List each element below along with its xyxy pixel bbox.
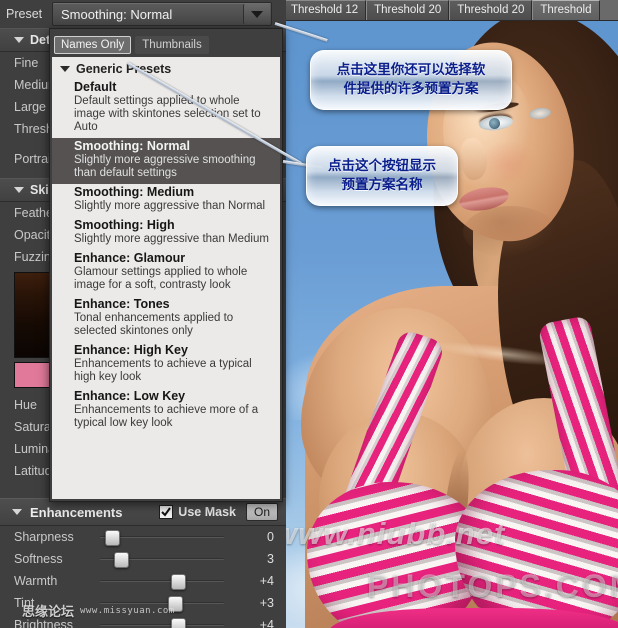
annotation-callout-names-button: 点击这个按钮显示 预置方案名称	[306, 146, 458, 206]
preset-dropdown-button[interactable]	[243, 4, 270, 24]
param-label: Sharpness	[14, 530, 74, 544]
slider-row-sharpness[interactable]: Sharpness 0	[0, 526, 286, 548]
param-slider[interactable]	[100, 530, 224, 546]
preset-title: Smoothing: Normal	[74, 139, 190, 153]
slider-row-softness[interactable]: Softness 3	[0, 548, 286, 570]
triangle-down-icon	[60, 66, 70, 72]
preset-item-enhance-low-key[interactable]: Enhance: Low Key Enhancements to achieve…	[52, 388, 280, 434]
preset-title: Enhance: High Key	[74, 343, 188, 357]
param-label: Brightness	[14, 618, 74, 628]
preset-group-label: Generic Presets	[76, 62, 172, 76]
preset-item-smoothing-medium[interactable]: Smoothing: Medium Slightly more aggressi…	[52, 184, 280, 217]
preset-title: Enhance: Glamour	[74, 251, 186, 265]
triangle-down-icon	[14, 187, 24, 193]
preset-title: Enhance: Low Key	[74, 389, 186, 403]
preset-desc: Enhancements to achieve more of a typica…	[74, 404, 259, 429]
annotation-text: 点击这里你还可以选择软 件提供的许多预置方案	[336, 62, 486, 97]
image-preview[interactable]: www.niubb.net PHOTOPS.COM	[283, 20, 618, 628]
param-value: 3	[267, 552, 274, 566]
preset-desc: Enhancements to achieve a typical high k…	[74, 358, 252, 383]
tab-threshold-20-b[interactable]: Threshold 20	[449, 0, 533, 20]
param-label: Warmth	[14, 574, 58, 588]
preset-item-enhance-glamour[interactable]: Enhance: Glamour Glamour settings applie…	[52, 250, 280, 296]
preset-title: Smoothing: Medium	[74, 185, 195, 199]
slider-row-tint[interactable]: Tint +3	[0, 592, 286, 614]
preset-item-smoothing-normal[interactable]: Smoothing: Normal Slightly more aggressi…	[52, 138, 280, 184]
face-iris	[489, 118, 500, 129]
mask-on-button[interactable]: On	[245, 503, 278, 521]
param-value: +4	[259, 618, 274, 628]
names-only-button[interactable]: Names Only	[54, 36, 132, 54]
param-label: Softness	[14, 552, 63, 566]
triangle-down-icon	[14, 37, 24, 43]
document-tab-bar[interactable]: Threshold 12 Threshold 20 Threshold 20 T…	[283, 0, 618, 21]
preset-desc: Slightly more aggressive than Medium	[74, 233, 269, 245]
param-value: 0	[267, 530, 274, 544]
chevron-down-icon	[251, 10, 263, 18]
preset-desc: Tonal enhancements applied to selected s…	[74, 312, 234, 337]
param-slider[interactable]	[100, 552, 224, 568]
preset-group-header[interactable]: Generic Presets	[52, 57, 280, 79]
slider-row-brightness[interactable]: Brightness +4	[0, 614, 286, 628]
preset-desc: Slightly more aggressive smoothing than …	[74, 154, 256, 179]
param-label: Tint	[14, 596, 35, 610]
tab-threshold-20-a[interactable]: Threshold 20	[366, 0, 450, 20]
preset-desc: Slightly more aggressive than Normal	[74, 200, 266, 212]
preset-list[interactable]: Generic Presets Default Default settings…	[52, 57, 280, 499]
preset-title: Enhance: Tones	[74, 297, 170, 311]
dropdown-view-toggle[interactable]: Names Only Thumbnails	[50, 29, 282, 58]
face-cheek	[479, 140, 539, 188]
preset-item-enhance-high-key[interactable]: Enhance: High Key Enhancements to achiev…	[52, 342, 280, 388]
annotation-text: 点击这个按钮显示 预置方案名称	[328, 158, 436, 193]
enhancements-title: Enhancements	[30, 504, 123, 520]
param-slider[interactable]	[100, 574, 224, 590]
bikini-cup-right	[455, 470, 618, 628]
face-jaw-shadow	[463, 206, 557, 258]
preset-item-enhance-tones[interactable]: Enhance: Tones Tonal enhancements applie…	[52, 296, 280, 342]
enhancements-section: Enhancements Use Mask On Sharpness 0 Sof…	[0, 498, 286, 628]
preset-title: Smoothing: High	[74, 218, 175, 232]
param-value: +3	[259, 596, 274, 610]
annotation-callout-presets: 点击这里你还可以选择软 件提供的许多预置方案	[310, 50, 512, 110]
preset-item-smoothing-high[interactable]: Smoothing: High Slightly more aggressive…	[52, 217, 280, 250]
tab-threshold-12[interactable]: Threshold 12	[283, 0, 367, 20]
check-icon	[161, 507, 172, 517]
plugin-window: www.niubb.net PHOTOPS.COM Threshold 12 T…	[0, 0, 618, 628]
param-slider[interactable]	[100, 596, 224, 612]
preset-combobox[interactable]: Smoothing: Normal	[52, 2, 272, 26]
thumbnails-button[interactable]: Thumbnails	[135, 36, 209, 54]
slider-row-warmth[interactable]: Warmth +4	[0, 570, 286, 592]
preset-selected-value: Smoothing: Normal	[61, 6, 173, 22]
use-mask-checkbox[interactable]	[159, 505, 174, 519]
param-slider[interactable]	[100, 618, 224, 628]
triangle-down-icon	[12, 509, 22, 515]
param-value: +4	[259, 574, 274, 588]
preset-row: Preset Smoothing: Normal	[0, 0, 286, 28]
use-mask-label: Use Mask	[178, 505, 236, 519]
preset-dropdown-panel[interactable]: Names Only Thumbnails Generic Presets De…	[49, 28, 283, 502]
preset-desc: Glamour settings applied to whole image …	[74, 266, 248, 291]
tab-threshold-active[interactable]: Threshold	[532, 0, 600, 20]
preset-label: Preset	[6, 7, 43, 21]
enhancements-header[interactable]: Enhancements Use Mask On	[0, 498, 286, 526]
